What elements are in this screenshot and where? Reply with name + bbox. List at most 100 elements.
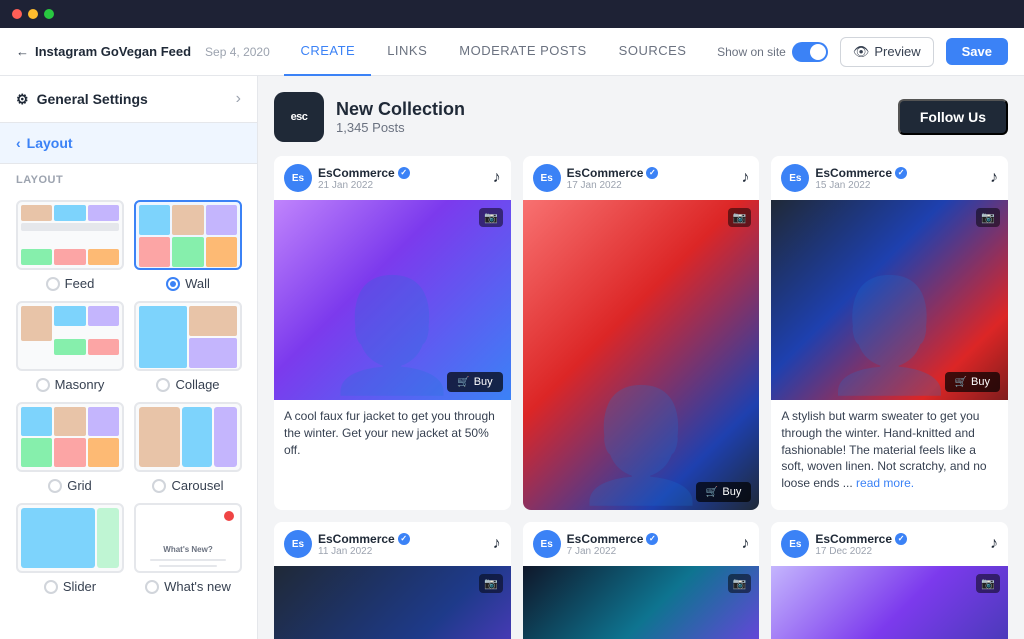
post-username: EsCommerce ✓ bbox=[567, 166, 736, 180]
post-username: EsCommerce ✓ bbox=[815, 166, 984, 180]
feed-info: New Collection 1,345 Posts bbox=[336, 99, 886, 135]
tab-moderate[interactable]: MODERATE POSTS bbox=[443, 28, 602, 76]
preview-button[interactable]: 👁 Preview bbox=[840, 37, 934, 67]
buy-button[interactable]: 🛒 Buy bbox=[945, 372, 1000, 392]
layout-option-carousel[interactable]: Carousel bbox=[134, 402, 242, 493]
feed-date: Sep 4, 2020 bbox=[205, 45, 270, 59]
media-type-icon: 📷 bbox=[479, 574, 503, 593]
show-on-site-label: Show on site bbox=[717, 45, 786, 59]
cart-icon: 🛒 bbox=[706, 487, 718, 498]
layout-option-masonry[interactable]: Masonry bbox=[16, 301, 124, 392]
close-dot[interactable] bbox=[12, 9, 22, 19]
media-type-icon: 📷 bbox=[976, 574, 1000, 593]
post-card: Es EsCommerce ✓ 17 Jan 2022 ♪ 👤 📷 bbox=[523, 156, 760, 510]
carousel-radio[interactable] bbox=[152, 479, 166, 493]
back-arrow-icon: ← bbox=[16, 44, 29, 59]
post-date: 17 Jan 2022 bbox=[567, 180, 736, 191]
content-area: esc New Collection 1,345 Posts Follow Us… bbox=[258, 76, 1024, 639]
tiktok-icon: ♪ bbox=[990, 535, 998, 553]
masonry-option-label: Masonry bbox=[55, 377, 105, 392]
post-card: Es EsCommerce ✓ 21 Jan 2022 ♪ 👤 📷 bbox=[274, 156, 511, 510]
toggle-knob bbox=[810, 44, 826, 60]
main-layout: ⚙ General Settings › ‹ Layout LAYOUT bbox=[0, 76, 1024, 639]
whatsnew-option-label: What's new bbox=[164, 579, 231, 594]
post-date: 17 Dec 2022 bbox=[815, 546, 984, 557]
feed-radio[interactable] bbox=[46, 277, 60, 291]
general-settings-item[interactable]: ⚙ General Settings › bbox=[0, 76, 257, 123]
post-card: Es EsCommerce ✓ 7 Jan 2022 ♪ 👤 📷 bbox=[523, 522, 760, 639]
post-avatar: Es bbox=[533, 164, 561, 192]
collage-radio[interactable] bbox=[156, 378, 170, 392]
verified-icon: ✓ bbox=[646, 167, 658, 179]
post-card: Es EsCommerce ✓ 15 Jan 2022 ♪ 👤 📷 bbox=[771, 156, 1008, 510]
post-text: A stylish but warm sweater to get you th… bbox=[781, 408, 998, 492]
wall-radio[interactable] bbox=[166, 277, 180, 291]
post-body: A stylish but warm sweater to get you th… bbox=[771, 400, 1008, 500]
post-image: 👤 📷 🛒 Buy bbox=[523, 200, 760, 510]
post-image: 👤 📷 🛒 Buy bbox=[771, 200, 1008, 400]
post-username: EsCommerce ✓ bbox=[318, 532, 487, 546]
tiktok-icon: ♪ bbox=[741, 169, 749, 187]
collage-option-label: Collage bbox=[175, 377, 219, 392]
tab-create[interactable]: CREATE bbox=[284, 28, 371, 76]
media-type-icon: 📷 bbox=[479, 208, 503, 227]
gear-icon: ⚙ bbox=[16, 91, 29, 108]
post-username: EsCommerce ✓ bbox=[815, 532, 984, 546]
wall-option-label: Wall bbox=[185, 276, 210, 291]
sidebar: ⚙ General Settings › ‹ Layout LAYOUT bbox=[0, 76, 258, 639]
layout-option-wall[interactable]: Wall bbox=[134, 200, 242, 291]
slider-option-label: Slider bbox=[63, 579, 96, 594]
post-card: Es EsCommerce ✓ 17 Dec 2022 ♪ 👤 📷 bbox=[771, 522, 1008, 639]
grid-radio[interactable] bbox=[48, 479, 62, 493]
slider-radio[interactable] bbox=[44, 580, 58, 594]
layout-label: Layout bbox=[27, 135, 73, 151]
post-username: EsCommerce ✓ bbox=[318, 166, 487, 180]
layout-nav-item[interactable]: ‹ Layout bbox=[0, 123, 257, 164]
post-avatar: Es bbox=[284, 164, 312, 192]
feed-posts-count: 1,345 Posts bbox=[336, 120, 886, 135]
save-button[interactable]: Save bbox=[946, 38, 1008, 65]
post-image: 👤 📷 bbox=[274, 566, 511, 639]
post-date: 11 Jan 2022 bbox=[318, 546, 487, 557]
show-on-site-toggle[interactable] bbox=[792, 42, 828, 62]
eye-icon: 👁 bbox=[853, 44, 870, 60]
read-more-link[interactable]: read more. bbox=[856, 476, 914, 490]
chevron-left-icon: ‹ bbox=[16, 135, 21, 151]
topnav: ← Instagram GoVegan Feed Sep 4, 2020 CRE… bbox=[0, 28, 1024, 76]
layout-option-feed[interactable]: Feed bbox=[16, 200, 124, 291]
masonry-radio[interactable] bbox=[36, 378, 50, 392]
layout-option-whatsnew[interactable]: What's New? What's new bbox=[134, 503, 242, 594]
back-button[interactable]: ← Instagram GoVegan Feed bbox=[16, 44, 197, 59]
tab-links[interactable]: LINKS bbox=[371, 28, 443, 76]
topnav-right: Show on site 👁 Preview Save bbox=[717, 37, 1008, 67]
cart-icon: 🛒 bbox=[955, 377, 967, 388]
maximize-dot[interactable] bbox=[44, 9, 54, 19]
buy-button[interactable]: 🛒 Buy bbox=[696, 482, 751, 502]
media-type-icon: 📷 bbox=[728, 574, 752, 593]
layout-option-collage[interactable]: Collage bbox=[134, 301, 242, 392]
verified-icon: ✓ bbox=[895, 533, 907, 545]
grid-option-label: Grid bbox=[67, 478, 92, 493]
show-on-site-control: Show on site bbox=[717, 42, 828, 62]
whatsnew-radio[interactable] bbox=[145, 580, 159, 594]
post-avatar: Es bbox=[781, 530, 809, 558]
follow-button[interactable]: Follow Us bbox=[898, 99, 1008, 135]
posts-grid: Es EsCommerce ✓ 21 Jan 2022 ♪ 👤 📷 bbox=[274, 156, 1008, 639]
post-card: Es EsCommerce ✓ 11 Jan 2022 ♪ 👤 📷 bbox=[274, 522, 511, 639]
post-avatar: Es bbox=[781, 164, 809, 192]
layout-option-grid[interactable]: Grid bbox=[16, 402, 124, 493]
carousel-option-label: Carousel bbox=[171, 478, 223, 493]
post-image: 👤 📷 bbox=[771, 566, 1008, 639]
tiktok-icon: ♪ bbox=[741, 535, 749, 553]
tab-sources[interactable]: SOURCES bbox=[603, 28, 703, 76]
buy-button[interactable]: 🛒 Buy bbox=[447, 372, 502, 392]
general-settings-label: General Settings bbox=[37, 91, 148, 107]
post-date: 7 Jan 2022 bbox=[567, 546, 736, 557]
post-date: 15 Jan 2022 bbox=[815, 180, 984, 191]
cart-icon: 🛒 bbox=[457, 377, 469, 388]
feed-avatar: esc bbox=[274, 92, 324, 142]
minimize-dot[interactable] bbox=[28, 9, 38, 19]
media-type-icon: 📷 bbox=[728, 208, 752, 227]
layout-option-slider[interactable]: Slider bbox=[16, 503, 124, 594]
verified-icon: ✓ bbox=[398, 167, 410, 179]
